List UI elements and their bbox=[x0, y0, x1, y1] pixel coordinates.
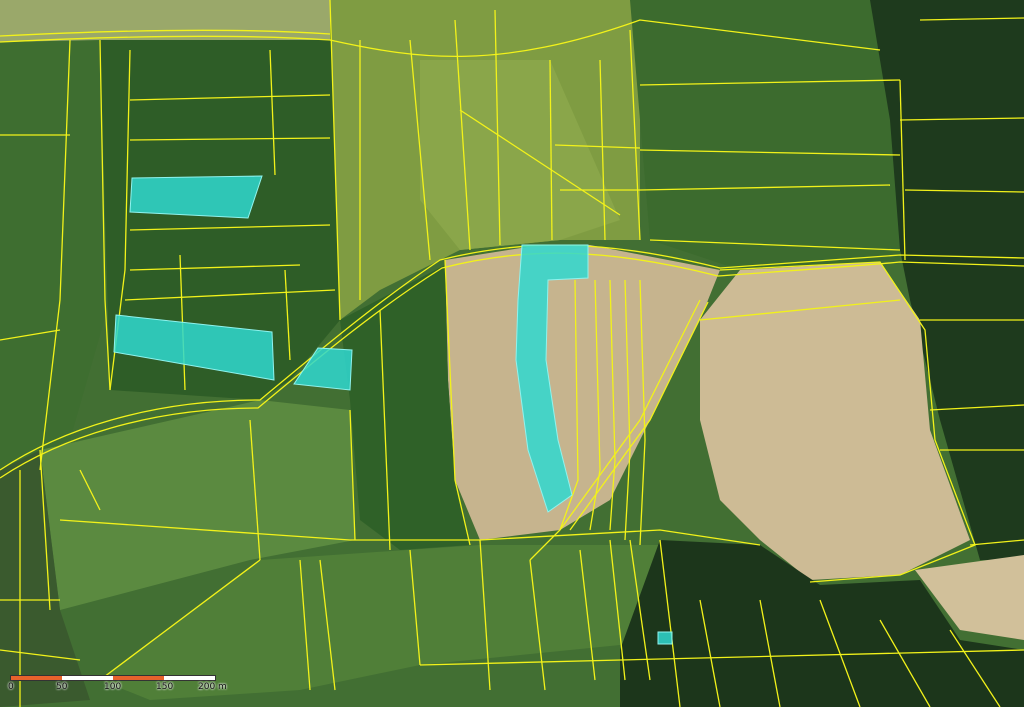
scale-label-50: 50 bbox=[56, 682, 68, 692]
scale-bar-track bbox=[10, 675, 216, 681]
scale-label-200: 200 m bbox=[198, 682, 227, 692]
scale-seg-4 bbox=[164, 676, 215, 680]
highlighted-parcel bbox=[129, 175, 263, 219]
scale-seg-1 bbox=[11, 676, 62, 680]
scale-label-150: 150 bbox=[156, 682, 174, 692]
scale-label-0: 0 bbox=[8, 682, 14, 692]
scale-bar: 0 50 100 150 200 m bbox=[8, 673, 227, 699]
highlighted-parcel bbox=[657, 631, 673, 645]
scale-seg-3 bbox=[113, 676, 164, 680]
scale-label-100: 100 bbox=[104, 682, 122, 692]
cadastral-map[interactable]: 0 50 100 150 200 m bbox=[0, 0, 1024, 707]
scale-seg-2 bbox=[62, 676, 113, 680]
orthophoto-layer bbox=[0, 0, 1024, 707]
